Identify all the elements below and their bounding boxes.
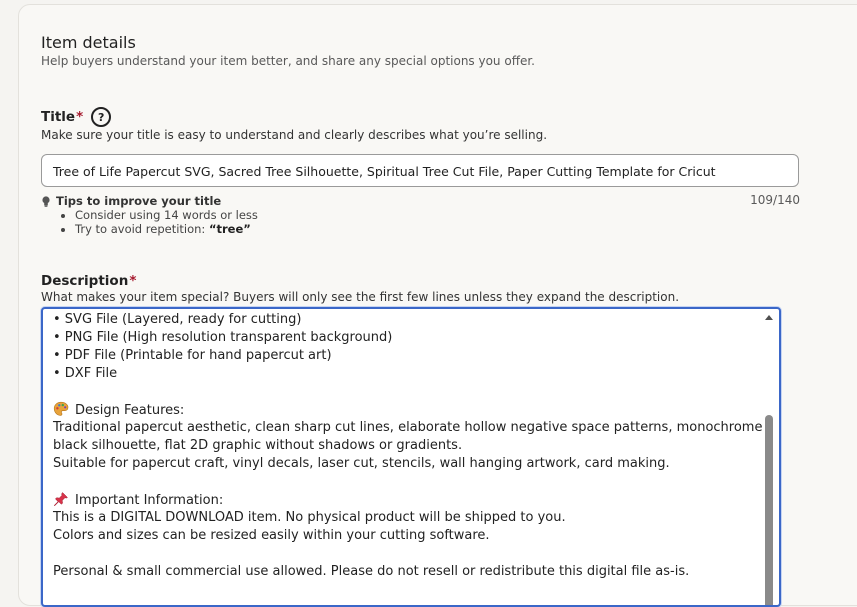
tips-heading: Tips to improve your title [41, 194, 258, 208]
title-input[interactable]: Tree of Life Papercut SVG, Sacred Tree S… [41, 154, 799, 187]
description-line-text: Design Features: [75, 403, 185, 418]
description-blank-line [53, 383, 758, 401]
description-line: • PDF File (Printable for hand papercut … [53, 348, 332, 363]
required-asterisk: * [76, 109, 84, 125]
section-subtitle: Help buyers understand your item better,… [41, 54, 535, 68]
title-label: Title * ? [41, 107, 112, 127]
title-hint: Make sure your title is easy to understa… [41, 128, 548, 142]
scroll-up-arrow-icon[interactable] [765, 315, 773, 320]
description-line: Important Information: [53, 491, 758, 509]
description-line: • DXF File [53, 366, 118, 381]
description-line: black silhouette, flat 2D graphic withou… [53, 438, 463, 453]
tip-item: Try to avoid repetition: “tree” [75, 222, 258, 236]
tip-keyword: “tree” [208, 222, 251, 236]
description-line: This is a DIGITAL DOWNLOAD item. No phys… [53, 510, 566, 525]
section-title: Item details [41, 33, 136, 52]
palette-emoji-icon [53, 401, 69, 416]
title-label-text: Title [41, 109, 76, 125]
tip-item: Consider using 14 words or less [75, 208, 258, 222]
title-char-counter: 109/140 [750, 193, 800, 207]
required-asterisk: * [129, 273, 137, 289]
description-line: Personal & small commercial use allowed.… [53, 564, 690, 579]
description-line: Suitable for papercut craft, vinyl decal… [53, 456, 670, 471]
title-tips: Tips to improve your title Consider usin… [41, 194, 258, 236]
tips-heading-text: Tips to improve your title [56, 194, 222, 208]
description-line: • SVG File (Layered, ready for cutting) [53, 312, 302, 327]
description-content[interactable]: • SVG File (Layered, ready for cutting) … [53, 311, 763, 581]
tip-text: Try to avoid repetition: [75, 222, 209, 236]
tips-list: Consider using 14 words or less Try to a… [41, 208, 258, 236]
pushpin-emoji-icon [53, 492, 68, 506]
description-line: Colors and sizes can be resized easily w… [53, 528, 490, 543]
description-blank-line [53, 473, 758, 491]
description-scrollbar[interactable] [762, 311, 776, 605]
description-hint: What makes your item special? Buyers wil… [41, 290, 680, 304]
description-line-text: Important Information: [75, 493, 224, 508]
description-textarea[interactable]: • SVG File (Layered, ready for cutting) … [41, 307, 781, 607]
tip-text: Consider using 14 words or less [75, 208, 258, 222]
description-label: Description * [41, 273, 136, 289]
lightbulb-icon [42, 195, 50, 207]
description-blank-line [53, 545, 758, 563]
description-line: Design Features: [53, 401, 758, 419]
scrollbar-thumb[interactable] [765, 415, 773, 605]
description-line: • PNG File (High resolution transparent … [53, 330, 393, 345]
description-line: Traditional papercut aesthetic, clean sh… [53, 420, 763, 435]
help-circle-icon[interactable]: ? [91, 107, 112, 127]
description-label-text: Description [41, 273, 129, 289]
